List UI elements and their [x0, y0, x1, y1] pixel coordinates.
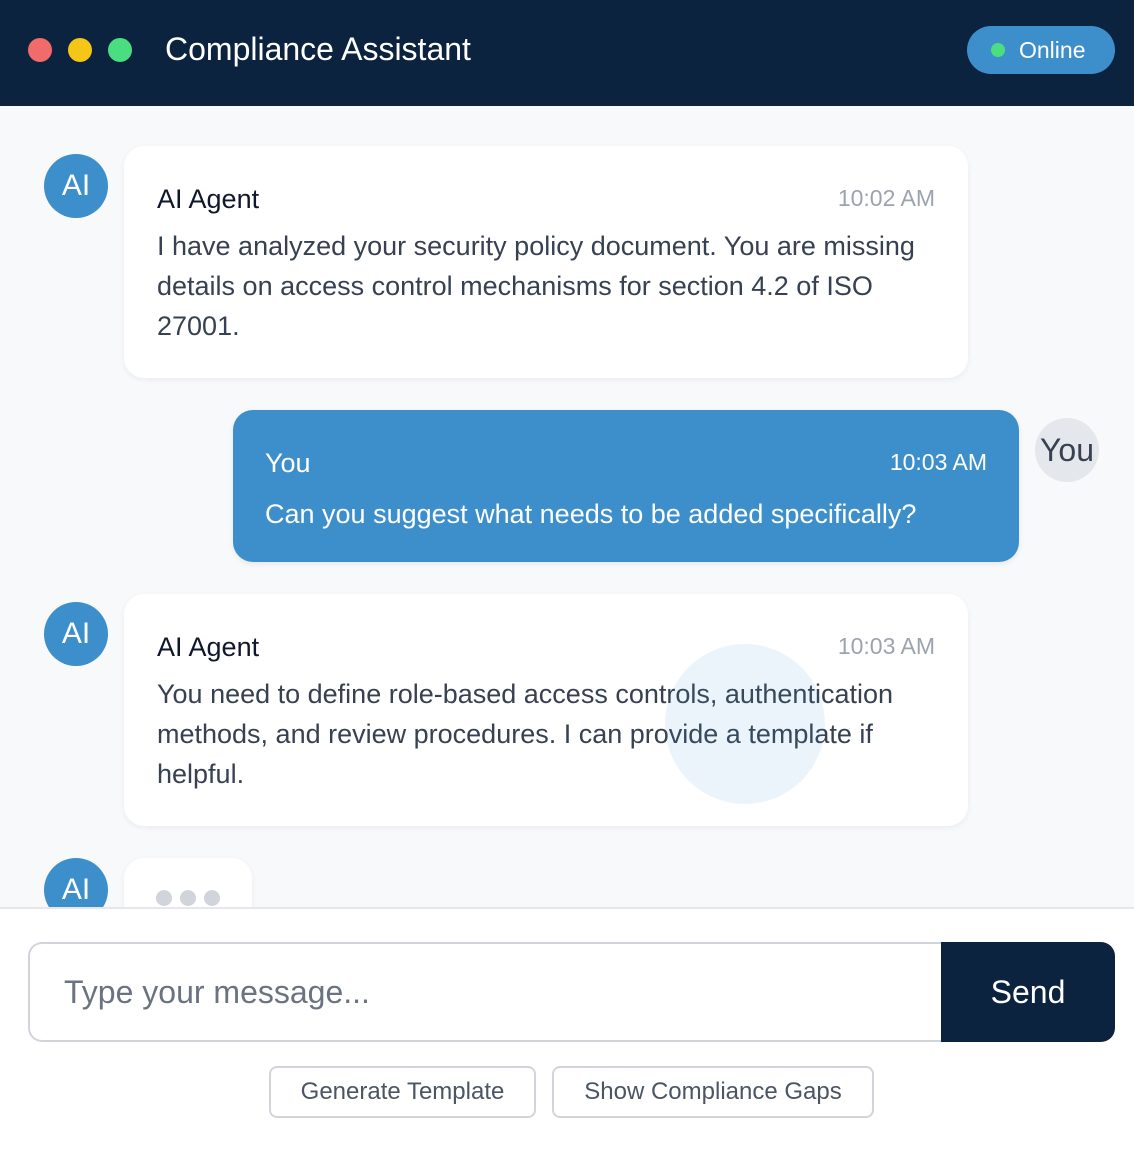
- message-text: I have analyzed your security policy doc…: [157, 231, 915, 341]
- typing-dot: [156, 890, 172, 906]
- typing-dot: [180, 890, 196, 906]
- app-title: Compliance Assistant: [165, 31, 471, 67]
- user-avatar: You: [1035, 418, 1099, 482]
- message-sender: AI Agent: [157, 632, 260, 662]
- ai-avatar: AI: [44, 858, 108, 907]
- send-button[interactable]: Send: [941, 942, 1115, 1042]
- online-status-icon: [991, 43, 1005, 57]
- close-window-button[interactable]: [28, 38, 52, 62]
- message-sender: AI Agent: [157, 184, 260, 214]
- composer: Send Generate Template Show Compliance G…: [0, 907, 1134, 1150]
- message-bubble-user: You 10:03 AM Can you suggest what needs …: [233, 410, 1019, 562]
- typing-indicator: [124, 858, 252, 907]
- generate-template-button[interactable]: Generate Template: [269, 1066, 536, 1118]
- message-timestamp: 10:03 AM: [837, 633, 935, 659]
- zoom-window-button[interactable]: [108, 38, 132, 62]
- status-badge: Online: [967, 26, 1115, 74]
- minimize-window-button[interactable]: [68, 38, 92, 62]
- show-compliance-gaps-button[interactable]: Show Compliance Gaps: [552, 1066, 874, 1118]
- message-input[interactable]: [28, 942, 942, 1042]
- message-timestamp: 10:02 AM: [837, 185, 935, 211]
- message-text: You need to define role-based access con…: [157, 679, 894, 789]
- message-timestamp: 10:03 AM: [889, 449, 987, 475]
- message-bubble-ai: AI Agent 10:02 AM I have analyzed your s…: [124, 146, 968, 378]
- typing-dot: [204, 890, 220, 906]
- status-label: Online: [1019, 37, 1086, 63]
- message-sender: You: [265, 448, 311, 478]
- chat-window: Compliance Assistant Online AI AI Agent …: [0, 0, 1134, 1150]
- ai-avatar: AI: [44, 154, 108, 218]
- title-bar: Compliance Assistant Online: [0, 0, 1134, 106]
- chat-messages[interactable]: AI AI Agent 10:02 AM I have analyzed you…: [0, 106, 1134, 907]
- message-text: Can you suggest what needs to be added s…: [265, 499, 917, 529]
- ai-avatar: AI: [44, 602, 108, 666]
- message-bubble-ai: AI Agent 10:03 AM You need to define rol…: [124, 594, 968, 826]
